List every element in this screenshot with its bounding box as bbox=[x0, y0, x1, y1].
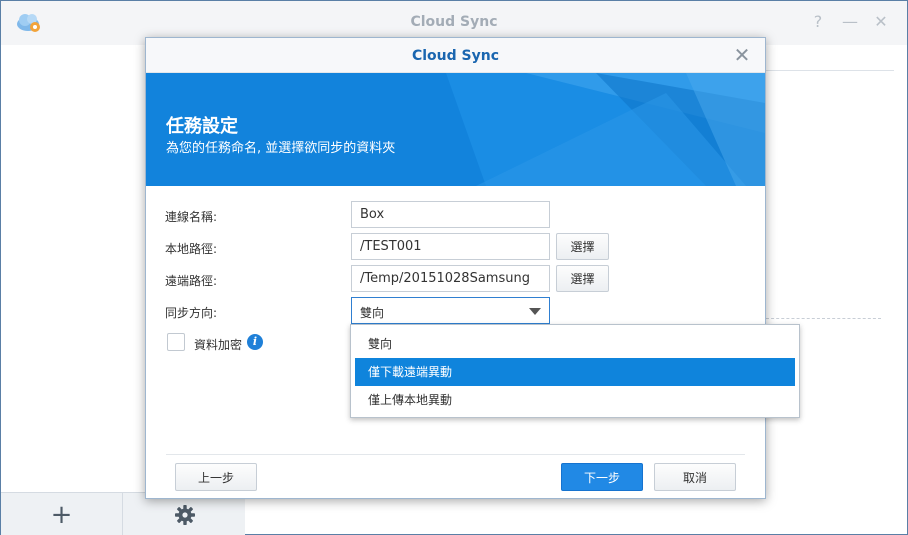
remote-path-select-button[interactable]: 選擇 bbox=[556, 265, 609, 292]
banner-title: 任務設定 bbox=[166, 116, 238, 137]
encrypt-label: 資料加密 bbox=[194, 338, 243, 352]
chevron-down-icon[interactable] bbox=[529, 308, 541, 315]
dropdown-option-two-way[interactable]: 雙向 bbox=[355, 330, 795, 358]
sync-direction-label: 同步方向: bbox=[165, 306, 218, 320]
banner-background-graphic bbox=[446, 73, 765, 186]
dropdown-option-upload-only[interactable]: 僅上傳本地異動 bbox=[355, 386, 795, 414]
plus-icon: + bbox=[50, 499, 73, 530]
next-step-button[interactable]: 下一步 bbox=[561, 463, 643, 491]
connection-name-input[interactable] bbox=[351, 201, 550, 228]
right-panel-dashed-line bbox=[766, 318, 881, 319]
window-close-icon[interactable]: ✕ bbox=[870, 11, 892, 33]
settings-button[interactable] bbox=[124, 493, 246, 535]
dialog-close-icon[interactable]: ✕ bbox=[731, 44, 753, 66]
right-panel-divider bbox=[766, 70, 894, 71]
sync-direction-value: 雙向 bbox=[360, 306, 385, 320]
remote-path-label: 遠端路徑: bbox=[165, 274, 218, 288]
local-path-label: 本地路徑: bbox=[165, 242, 218, 256]
dialog-titlebar: Cloud Sync ✕ bbox=[146, 38, 765, 73]
dialog-banner: 任務設定 為您的任務命名, 並選擇欲同步的資料夾 bbox=[146, 73, 765, 186]
minimize-icon[interactable]: — bbox=[839, 11, 861, 33]
help-icon[interactable]: ? bbox=[807, 11, 829, 33]
dropdown-option-download-only[interactable]: 僅下載遠端異動 bbox=[355, 358, 795, 386]
app-title: Cloud Sync bbox=[410, 14, 498, 30]
local-path-input[interactable] bbox=[351, 233, 550, 260]
previous-step-button[interactable]: 上一步 bbox=[175, 463, 257, 491]
info-icon[interactable]: i bbox=[247, 334, 263, 350]
local-path-select-button[interactable]: 選擇 bbox=[556, 233, 609, 260]
cancel-button[interactable]: 取消 bbox=[654, 463, 736, 491]
task-settings-dialog: Cloud Sync ✕ 任務設定 為您的任務命名, 並選擇欲同步的資料夾 連線… bbox=[145, 37, 766, 499]
encrypt-checkbox[interactable] bbox=[167, 333, 185, 351]
sync-direction-combobox[interactable]: 雙向 bbox=[351, 297, 550, 324]
sync-direction-dropdown-list: 雙向 僅下載遠端異動 僅上傳本地異動 bbox=[350, 324, 800, 418]
connection-name-label: 連線名稱: bbox=[165, 210, 218, 224]
dialog-footer-divider bbox=[166, 454, 745, 455]
gear-icon bbox=[175, 504, 195, 525]
banner-subtitle: 為您的任務命名, 並選擇欲同步的資料夾 bbox=[166, 141, 396, 156]
add-task-button[interactable]: + bbox=[1, 493, 123, 535]
dialog-title: Cloud Sync bbox=[411, 48, 500, 64]
remote-path-input[interactable] bbox=[351, 265, 550, 292]
